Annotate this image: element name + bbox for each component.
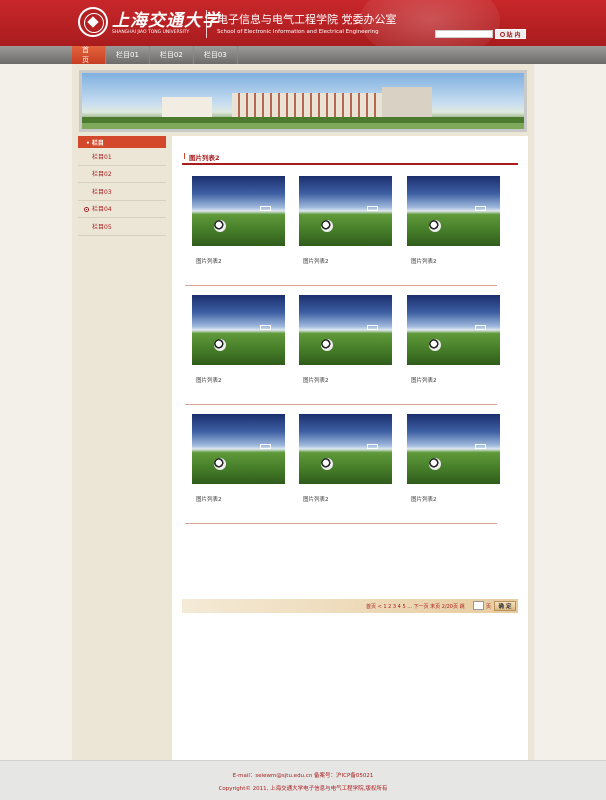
content-container: • 栏目 栏目01 栏目02 栏目03 栏目04 栏目05 图片列表2 图片列表…	[72, 64, 534, 760]
photo-caption[interactable]: 图片列表2	[196, 257, 286, 265]
photo-row: 图片列表2 图片列表2 图片列表2	[185, 295, 500, 405]
header-divider	[206, 10, 207, 38]
goal-shape	[475, 444, 486, 449]
site-footer: E-mail：seiewm@sjtu.edu.cn 备案号：沪ICP备05021…	[0, 760, 606, 800]
sidebar-item-05[interactable]: 栏目05	[78, 218, 166, 236]
soccer-field-photo[interactable]	[192, 295, 285, 365]
photo-row: 图片列表2 图片列表2 图片列表2	[185, 176, 500, 286]
soccer-field-photo[interactable]	[299, 176, 392, 246]
goal-shape	[367, 444, 378, 449]
sidebar-item-label: 栏目03	[92, 188, 112, 196]
section-title: 图片列表2	[182, 149, 518, 165]
pagination-links[interactable]: 首页 < 1 2 3 4 5 ... 下一页 末页 2/20页 跳	[366, 603, 465, 610]
soccer-ball-shape	[321, 458, 333, 470]
school-name-en: School of Electronic Information and Ele…	[217, 29, 379, 35]
site-search-button[interactable]: 站 内	[495, 29, 526, 39]
goal-shape	[260, 325, 271, 330]
university-name-en: SHANGHAI JIAO TONG UNIVERSITY	[112, 30, 190, 35]
page-number-input[interactable]	[473, 601, 484, 610]
goal-shape	[260, 444, 271, 449]
photo-caption[interactable]: 图片列表2	[196, 495, 286, 503]
sidebar-item-label: 栏目01	[92, 153, 112, 161]
nav-item-03[interactable]: 栏目03	[194, 46, 238, 64]
soccer-ball-shape	[214, 339, 226, 351]
goal-shape	[260, 206, 271, 211]
nav-item-02[interactable]: 栏目02	[150, 46, 194, 64]
sidebar-menu: • 栏目 栏目01 栏目02 栏目03 栏目04 栏目05	[78, 136, 166, 236]
page-title: 图片列表2	[189, 154, 220, 162]
sidebar-item-03[interactable]: 栏目03	[78, 183, 166, 201]
photo-card[interactable]: 图片列表2	[192, 295, 286, 384]
soccer-ball-shape	[429, 220, 441, 232]
soccer-field-photo[interactable]	[299, 414, 392, 484]
photo-card[interactable]: 图片列表2	[299, 176, 393, 265]
university-name-cn[interactable]: 上海交通大学	[112, 6, 220, 31]
footer-contact: E-mail：seiewm@sjtu.edu.cn 备案号：沪ICP备05021	[232, 773, 374, 779]
nav-item-01[interactable]: 栏目01	[106, 46, 150, 64]
active-marker-icon	[84, 206, 89, 212]
photo-card[interactable]: 图片列表2	[299, 295, 393, 384]
photo-caption[interactable]: 图片列表2	[196, 376, 286, 384]
soccer-ball-shape	[321, 220, 333, 232]
campus-banner-image	[79, 70, 527, 132]
nav-item-home[interactable]: 首 页	[72, 46, 106, 64]
sidebar-heading: • 栏目	[78, 136, 166, 148]
sidebar-item-01[interactable]: 栏目01	[78, 148, 166, 166]
site-header: 上海交通大学 SHANGHAI JIAO TONG UNIVERSITY 电子信…	[0, 0, 606, 46]
page-go-button[interactable]: 确 定	[494, 601, 516, 611]
main-content: 图片列表2 图片列表2 图片列表2 图片列表2 图片列表2 图片列表2 图片列表…	[172, 136, 528, 760]
search-input[interactable]	[435, 30, 493, 38]
search-button-label: 站 内	[506, 31, 521, 39]
sidebar-item-label: 栏目05	[92, 223, 112, 231]
photo-caption[interactable]: 图片列表2	[303, 495, 393, 503]
goal-shape	[475, 206, 486, 211]
photo-card[interactable]: 图片列表2	[192, 414, 286, 503]
photo-row: 图片列表2 图片列表2 图片列表2	[185, 414, 500, 524]
banner-lawn	[82, 123, 524, 129]
goal-shape	[367, 325, 378, 330]
goal-shape	[367, 206, 378, 211]
soccer-ball-shape	[214, 458, 226, 470]
photo-caption[interactable]: 图片列表2	[303, 257, 393, 265]
title-marker-icon	[184, 153, 185, 159]
sidebar-item-02[interactable]: 栏目02	[78, 166, 166, 183]
soccer-field-photo[interactable]	[192, 414, 285, 484]
soccer-ball-shape	[429, 339, 441, 351]
photo-card[interactable]: 图片列表2	[299, 414, 393, 503]
sidebar-item-04[interactable]: 栏目04	[78, 201, 166, 218]
sidebar-item-label: 栏目04	[92, 206, 112, 214]
soccer-ball-shape	[429, 458, 441, 470]
photo-caption[interactable]: 图片列表2	[411, 495, 501, 503]
page-unit-label: 页	[486, 604, 492, 610]
soccer-ball-shape	[214, 220, 226, 232]
soccer-field-photo[interactable]	[192, 176, 285, 246]
photo-caption[interactable]: 图片列表2	[303, 376, 393, 384]
top-nav: 首 页 栏目01 栏目02 栏目03	[0, 46, 606, 64]
school-name-cn: 电子信息与电气工程学院 党委办公室	[217, 13, 397, 26]
photo-caption[interactable]: 图片列表2	[411, 376, 501, 384]
university-seal-logo[interactable]	[78, 7, 108, 37]
pagination-bar: 首页 < 1 2 3 4 5 ... 下一页 末页 2/20页 跳 页 确 定	[182, 599, 518, 613]
soccer-field-photo[interactable]	[299, 295, 392, 365]
sidebar-item-label: 栏目02	[92, 171, 112, 179]
search-icon	[500, 31, 506, 37]
footer-copyright: Copyright© 2011, 上海交通大学电子信息与电气工程学院,版权所有	[218, 786, 388, 792]
photo-card[interactable]: 图片列表2	[407, 414, 501, 503]
photo-card[interactable]: 图片列表2	[407, 176, 501, 265]
soccer-ball-shape	[321, 339, 333, 351]
soccer-field-photo[interactable]	[407, 176, 500, 246]
soccer-field-photo[interactable]	[407, 414, 500, 484]
soccer-field-photo[interactable]	[407, 295, 500, 365]
goal-shape	[475, 325, 486, 330]
photo-card[interactable]: 图片列表2	[192, 176, 286, 265]
photo-card[interactable]: 图片列表2	[407, 295, 501, 384]
photo-caption[interactable]: 图片列表2	[411, 257, 501, 265]
